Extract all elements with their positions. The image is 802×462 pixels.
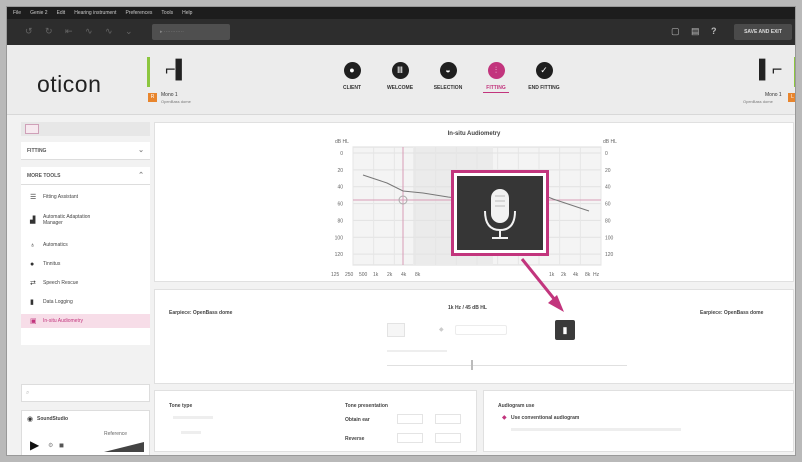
app-window: File Genie 2 Edit Hearing instrument Pre… [6, 6, 796, 456]
callout-arrow [520, 258, 564, 312]
